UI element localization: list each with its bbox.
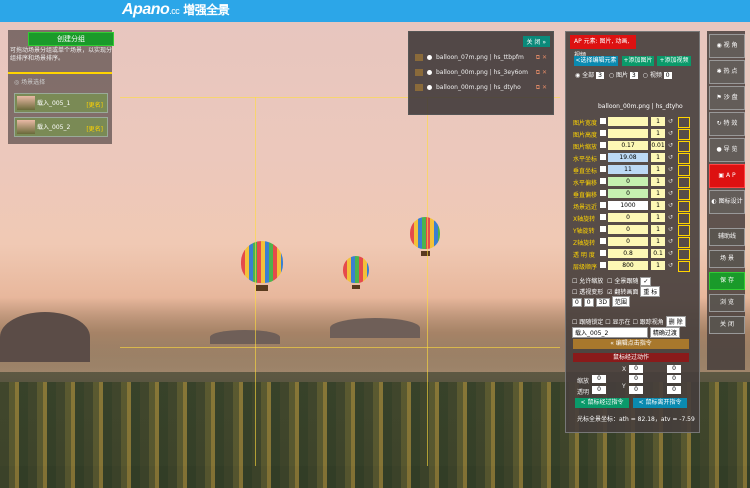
nav-effects[interactable]: ↻ 特 效 xyxy=(709,112,745,136)
x-end-input[interactable]: 0 xyxy=(667,365,681,373)
mouse-over-command-button[interactable]: < 鼠标经过指令 xyxy=(575,398,629,408)
prop-ry[interactable]: Y轴旋转 0 1 ↺ xyxy=(573,225,695,236)
prop-oy[interactable]: 垂直偏移 0 1 ↺ xyxy=(573,189,695,200)
hotspot-list-popup: 关 闭 » balloon_07m.png | hs_ttbpfm ⧉ ✕ ba… xyxy=(408,31,554,115)
rename-link[interactable]: [更名] xyxy=(86,100,103,109)
flag-icon: ⚑ xyxy=(716,94,724,101)
option-row-3[interactable]: 0 0 3D 范围 xyxy=(572,296,630,307)
refresh-icon: ↻ xyxy=(716,120,724,127)
radio[interactable] xyxy=(427,70,432,75)
image-icon xyxy=(415,69,423,76)
pin-icon: ● xyxy=(716,146,724,153)
prop-rx[interactable]: X轴旋转 0 1 ↺ xyxy=(573,213,695,224)
close-button[interactable]: 关 闭 xyxy=(709,316,745,334)
mouse-out-command-button[interactable]: < 鼠标离开指令 xyxy=(633,398,687,408)
image-icon xyxy=(415,84,423,91)
copy-delete-icons[interactable]: ⧉ ✕ xyxy=(536,84,547,92)
select-element-button[interactable]: <选择编辑元素 xyxy=(574,56,618,66)
current-element-name: balloon_00m.png | hs_dtyho xyxy=(598,103,683,110)
y-input[interactable]: 0 xyxy=(629,386,643,394)
balloon-hotspot-2[interactable] xyxy=(343,256,369,290)
eye-icon: ◉ xyxy=(716,42,724,49)
divider xyxy=(8,72,112,74)
scene-select-label[interactable]: ◎ 场景选择 xyxy=(14,77,45,86)
option-row-1[interactable]: ☐ 允许缩放 ☐ 全景跟随 ✓ xyxy=(572,276,652,286)
nav-icon-design[interactable]: ◐ 图标设计 xyxy=(709,190,745,214)
mountain-left xyxy=(0,312,90,362)
guide-line-v1 xyxy=(255,97,256,466)
prop-height[interactable]: 图片高度 1 ↺ xyxy=(573,129,695,140)
x-label: X xyxy=(622,366,627,373)
rename-link[interactable]: [更名] xyxy=(86,124,103,133)
scale-input[interactable]: 0 xyxy=(592,375,606,383)
top-bar: Apano.cc 增强全景 xyxy=(0,0,750,22)
scene-button[interactable]: 场 景 xyxy=(709,250,745,268)
nav-ap[interactable]: ▣ A P xyxy=(709,164,745,188)
nav-view[interactable]: ◉ 视 角 xyxy=(709,34,745,58)
hotspot-icon: ✱ xyxy=(716,68,724,75)
mountain-center xyxy=(330,318,420,338)
prop-rz[interactable]: Z轴旋转 0 1 ↺ xyxy=(573,237,695,248)
opacity-label: 透明 xyxy=(577,389,590,396)
brand-logo: Apano.cc 增强全景 xyxy=(122,1,230,18)
guide-line-h2 xyxy=(120,347,560,348)
balloon-hotspot-3[interactable] xyxy=(410,217,440,257)
create-group-button[interactable]: 创建分组 xyxy=(28,32,114,46)
z-end-input[interactable]: 0 xyxy=(667,386,681,394)
balloon-hotspot-1[interactable] xyxy=(241,241,283,293)
add-video-button[interactable]: +添加视频 xyxy=(657,56,691,66)
opacity-input[interactable]: 0 xyxy=(592,386,606,394)
scene-thumbnail xyxy=(17,96,35,110)
option-row-4[interactable]: ☐ 跟随锁定 ☐ 显示在 ☐ 跟踪视角 删 除 xyxy=(572,316,686,327)
scene-name: 载入_005_1 xyxy=(37,100,71,107)
radio[interactable] xyxy=(427,85,432,90)
copy-delete-icons[interactable]: ⧉ ✕ xyxy=(536,69,547,77)
nav-guide[interactable]: ● 导 览 xyxy=(709,138,745,162)
guide-line-v2 xyxy=(427,97,428,466)
prop-width[interactable]: 图片宽度 1 ↺ xyxy=(573,117,695,128)
browse-button[interactable]: 浏 览 xyxy=(709,294,745,312)
copy-delete-icons[interactable]: ⧉ ✕ xyxy=(536,54,547,62)
prop-depth[interactable]: 场景远近 1000 1 ↺ xyxy=(573,201,695,212)
prop-atv[interactable]: 垂直坐标 11 1 ↺ xyxy=(573,165,695,176)
group-hint: 可拖动场景分组或单个场景，以实现分组排序和场景排序。 xyxy=(10,47,113,62)
cursor-coordinates: 光标全景坐标：ath = 82.18，atv = -7.59 xyxy=(577,416,695,423)
scene-item-2[interactable]: 载入_005_2 [更名] xyxy=(14,117,108,137)
hotspot-row[interactable]: balloon_07m.png | hs_ttbpfm ⧉ ✕ xyxy=(415,54,551,66)
prop-zorder[interactable]: 层级顺序 800 1 ↺ xyxy=(573,261,695,272)
nav-hotspot[interactable]: ✱ 热 点 xyxy=(709,60,745,84)
close-button[interactable]: 关 闭 » xyxy=(522,36,550,47)
save-button[interactable]: 保 存 xyxy=(709,272,745,290)
scene-item-1[interactable]: 载入_005_1 [更名] xyxy=(14,93,108,113)
mouse-over-header: 鼠标经过动作 xyxy=(573,353,689,362)
x-input-2[interactable]: 0 xyxy=(629,375,643,383)
image-icon: ▣ xyxy=(718,172,726,179)
scale-label: 缩放 xyxy=(577,378,590,385)
hotspot-row[interactable]: balloon_00m.png | hs_3ey6om ⧉ ✕ xyxy=(415,69,551,81)
mountain-small xyxy=(210,330,280,344)
radio[interactable] xyxy=(427,55,432,60)
y-label: Y xyxy=(622,383,626,390)
image-icon xyxy=(415,54,423,61)
prop-scale[interactable]: 图片缩放 0.17 0.01 ↺ xyxy=(573,141,695,152)
hotspot-row[interactable]: balloon_00m.png | hs_dtyho ⧉ ✕ xyxy=(415,84,551,96)
ap-element-tab[interactable]: AP 元素: 图片, 动画, 视频 xyxy=(570,35,636,59)
scene-select-row[interactable]: 载入_005_2 精确过渡 xyxy=(572,327,680,338)
scene-name: 载入_005_2 xyxy=(37,124,71,131)
y-end-input[interactable]: 0 xyxy=(667,375,681,383)
edit-click-command-button[interactable]: « 编辑点击指令 xyxy=(573,339,689,349)
filter-radios[interactable]: ◉ 全部 3 ○ 图片 3 ○ 视频 0 xyxy=(575,70,675,79)
scene-thumbnail xyxy=(17,120,35,134)
prop-alpha[interactable]: 透 明 度 0.8 0.1 ↺ xyxy=(573,249,695,260)
prop-ath[interactable]: 水平坐标 19.08 1 ↺ xyxy=(573,153,695,164)
guides-button[interactable]: 辅助线 xyxy=(709,228,745,246)
nav-sandbox[interactable]: ⚑ 沙 盘 xyxy=(709,86,745,110)
x-input[interactable]: 0 xyxy=(629,365,643,373)
add-image-button[interactable]: +添加图片 xyxy=(622,56,654,66)
contrast-icon: ◐ xyxy=(711,198,719,205)
prop-ox[interactable]: 水平偏移 0 1 ↺ xyxy=(573,177,695,188)
